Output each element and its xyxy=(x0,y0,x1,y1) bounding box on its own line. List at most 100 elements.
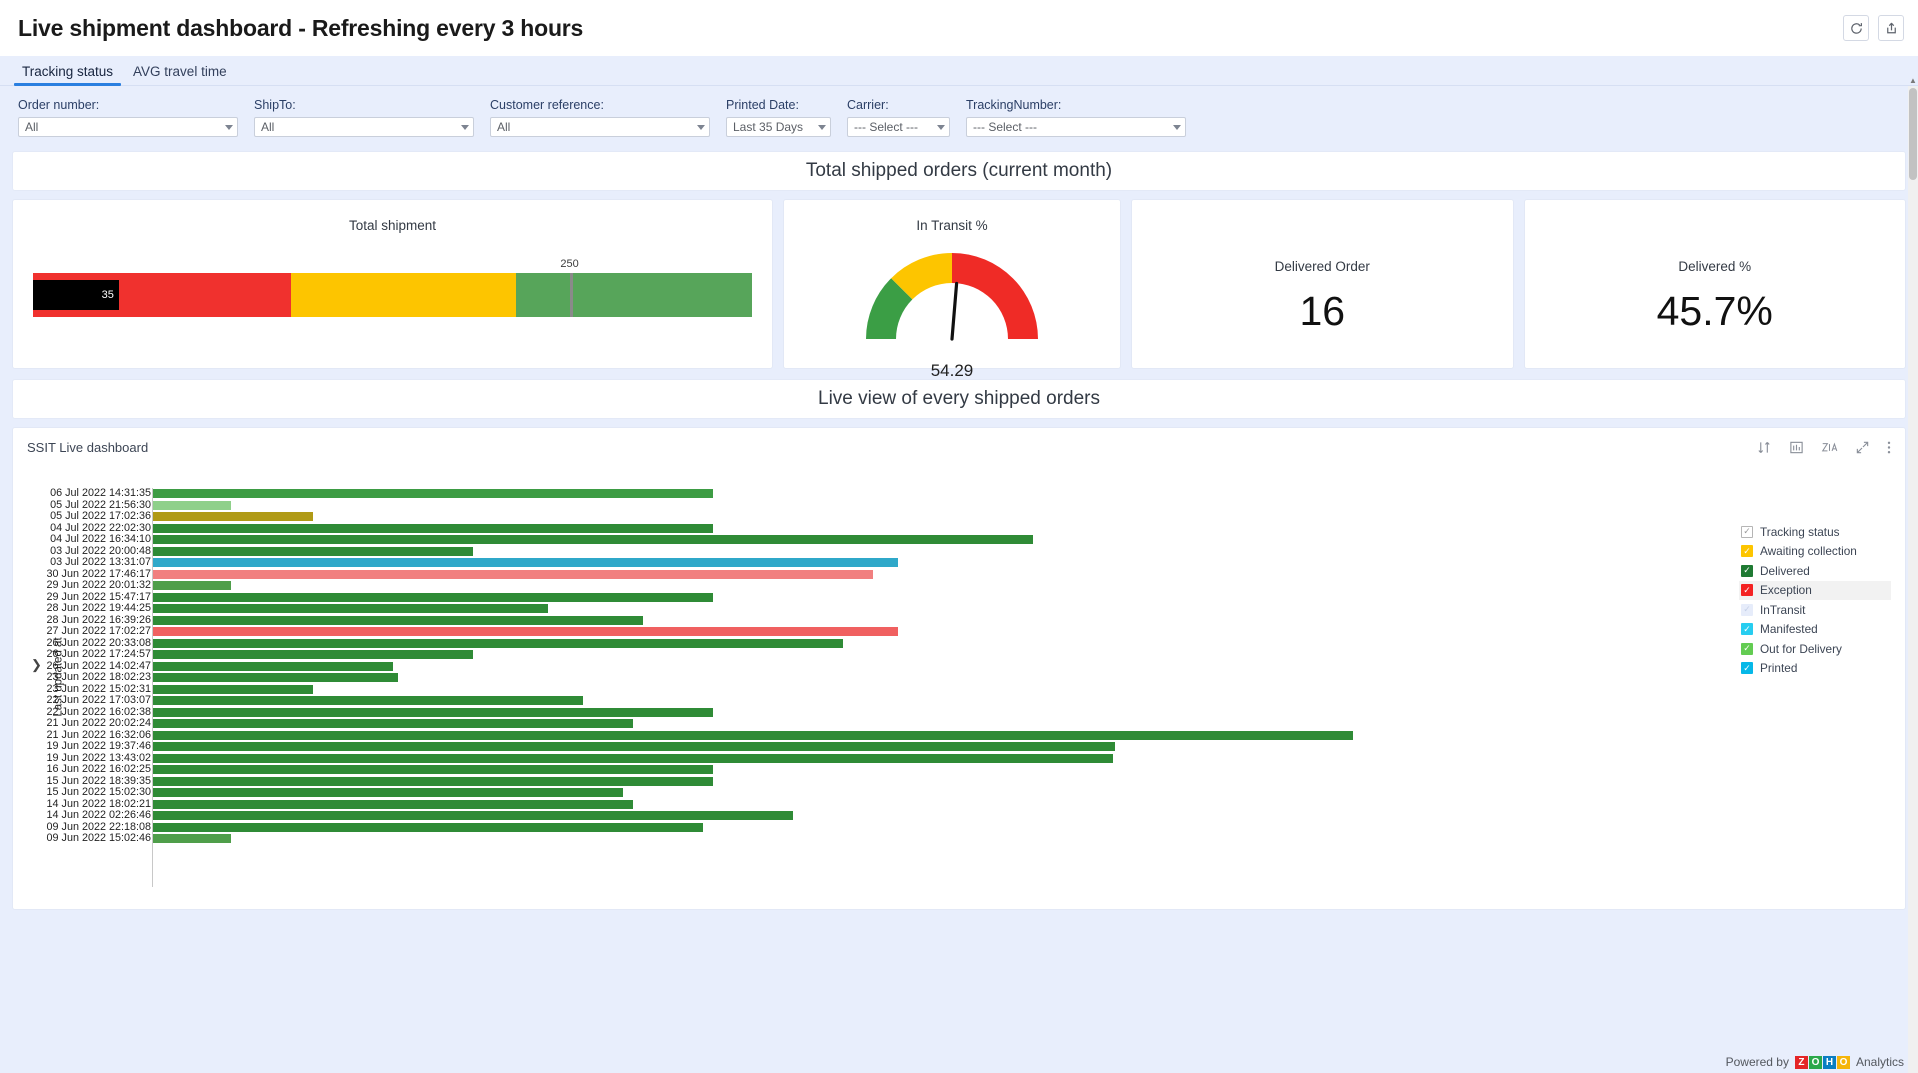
bar-row[interactable] xyxy=(153,718,1715,730)
bar-row[interactable] xyxy=(153,649,1715,661)
bar-row[interactable] xyxy=(153,557,1715,569)
legend-item[interactable]: ✓ Delivered xyxy=(1739,561,1891,581)
printed-date-select[interactable]: Last 35 Days xyxy=(726,117,831,137)
page-scrollbar[interactable]: ▲ xyxy=(1908,76,1918,1073)
footer-branding: Powered by ZOHO Analytics xyxy=(1726,1055,1904,1069)
bar[interactable] xyxy=(153,799,633,809)
bar[interactable] xyxy=(153,638,843,648)
bar-row[interactable] xyxy=(153,534,1715,546)
bar[interactable] xyxy=(153,811,793,820)
shipto-select[interactable]: All xyxy=(254,117,474,137)
axis-collapse-icon[interactable]: ❯ xyxy=(31,657,42,673)
bar[interactable] xyxy=(153,523,713,533)
bar[interactable] xyxy=(153,696,583,705)
chevron-down-icon xyxy=(461,124,469,130)
legend-item[interactable]: ✓ Awaiting collection xyxy=(1739,542,1891,562)
bar-row[interactable] xyxy=(153,707,1715,719)
scroll-up-arrow[interactable]: ▲ xyxy=(1909,76,1917,85)
y-axis-label: 21 Jun 2022 20:02:24 xyxy=(46,717,151,729)
bar[interactable] xyxy=(153,673,398,682)
bar-row[interactable] xyxy=(153,626,1715,638)
order-number-select[interactable]: All xyxy=(18,117,238,137)
bar[interactable] xyxy=(153,730,1353,740)
legend-item[interactable]: ✓ Exception xyxy=(1739,580,1891,600)
sort-icon[interactable] xyxy=(1757,440,1772,455)
legend-item[interactable]: ✓ Printed xyxy=(1739,659,1891,679)
bar[interactable] xyxy=(153,592,713,602)
tab-avg-travel-time[interactable]: AVG travel time xyxy=(123,64,237,85)
bar-row[interactable] xyxy=(153,753,1715,765)
bar-row[interactable] xyxy=(153,833,1715,845)
bar[interactable] xyxy=(153,684,313,694)
delivered-order-value: 16 xyxy=(1299,288,1346,334)
bar-row[interactable] xyxy=(153,787,1715,799)
bar[interactable] xyxy=(153,707,713,717)
bar-row[interactable] xyxy=(153,741,1715,753)
customer-reference-select[interactable]: All xyxy=(490,117,710,137)
bar[interactable] xyxy=(153,788,623,797)
expand-icon[interactable] xyxy=(1855,440,1870,455)
bar[interactable] xyxy=(153,834,231,843)
bar[interactable] xyxy=(153,765,713,774)
legend-item[interactable]: ✓ Manifested xyxy=(1739,620,1891,640)
bar-row[interactable] xyxy=(153,684,1715,696)
bar-row[interactable] xyxy=(153,488,1715,500)
tracking-number-select[interactable]: --- Select --- xyxy=(966,117,1186,137)
chevron-down-icon xyxy=(697,124,705,130)
bar-row[interactable] xyxy=(153,661,1715,673)
bar[interactable] xyxy=(153,489,713,498)
card-in-transit[interactable]: In Transit % 54.29 xyxy=(783,199,1121,380)
card-delivered-order[interactable]: Delivered Order 16 xyxy=(1131,199,1514,369)
bar[interactable] xyxy=(153,569,873,579)
bar-row[interactable] xyxy=(153,500,1715,512)
bullet-band-fair xyxy=(290,273,516,317)
bar[interactable] xyxy=(153,661,393,671)
bar[interactable] xyxy=(153,615,643,625)
bar[interactable] xyxy=(153,581,231,590)
bar[interactable] xyxy=(153,776,713,786)
card-delivered-pct[interactable]: Delivered % 45.7% xyxy=(1523,199,1906,369)
bar-row[interactable] xyxy=(153,810,1715,822)
bar-row[interactable] xyxy=(153,799,1715,811)
bar-row[interactable] xyxy=(153,592,1715,604)
bar[interactable] xyxy=(153,822,703,832)
legend-item[interactable]: ✓ InTransit xyxy=(1739,600,1891,620)
share-icon[interactable] xyxy=(1878,15,1904,41)
bar[interactable] xyxy=(153,546,473,556)
bar-row[interactable] xyxy=(153,672,1715,684)
bar[interactable] xyxy=(153,604,548,613)
bar-row[interactable] xyxy=(153,822,1715,834)
bar-row[interactable] xyxy=(153,603,1715,615)
bar-row[interactable] xyxy=(153,638,1715,650)
card-total-shipment[interactable]: Total shipment 35 250 xyxy=(12,199,773,369)
bar-row[interactable] xyxy=(153,580,1715,592)
zoho-logo-letter: H xyxy=(1822,1055,1836,1069)
bar[interactable] xyxy=(153,753,1113,763)
tab-tracking-status[interactable]: Tracking status xyxy=(12,64,123,86)
zia-insights-icon[interactable] xyxy=(1821,440,1838,455)
bar-row[interactable] xyxy=(153,695,1715,707)
more-options-icon[interactable] xyxy=(1887,440,1891,455)
refresh-icon[interactable] xyxy=(1843,15,1869,41)
bar[interactable] xyxy=(153,719,633,728)
bar[interactable] xyxy=(153,742,1115,751)
bar-row[interactable] xyxy=(153,776,1715,788)
bar-row[interactable] xyxy=(153,546,1715,558)
bar[interactable] xyxy=(153,500,231,510)
legend-title-row[interactable]: ✓ Tracking status xyxy=(1739,522,1891,542)
bar[interactable] xyxy=(153,627,898,636)
carrier-select[interactable]: --- Select --- xyxy=(847,117,950,137)
legend-item[interactable]: ✓ Out for Delivery xyxy=(1739,639,1891,659)
bar-row[interactable] xyxy=(153,764,1715,776)
scrollbar-thumb[interactable] xyxy=(1909,88,1917,180)
bar-row[interactable] xyxy=(153,511,1715,523)
bar-row[interactable] xyxy=(153,523,1715,535)
bar-row[interactable] xyxy=(153,730,1715,742)
chart-type-icon[interactable] xyxy=(1789,440,1804,455)
bar[interactable] xyxy=(153,650,473,659)
bar-row[interactable] xyxy=(153,569,1715,581)
bar-row[interactable] xyxy=(153,615,1715,627)
bar[interactable] xyxy=(153,512,313,521)
bar[interactable] xyxy=(153,535,1033,544)
bar[interactable] xyxy=(153,558,898,567)
